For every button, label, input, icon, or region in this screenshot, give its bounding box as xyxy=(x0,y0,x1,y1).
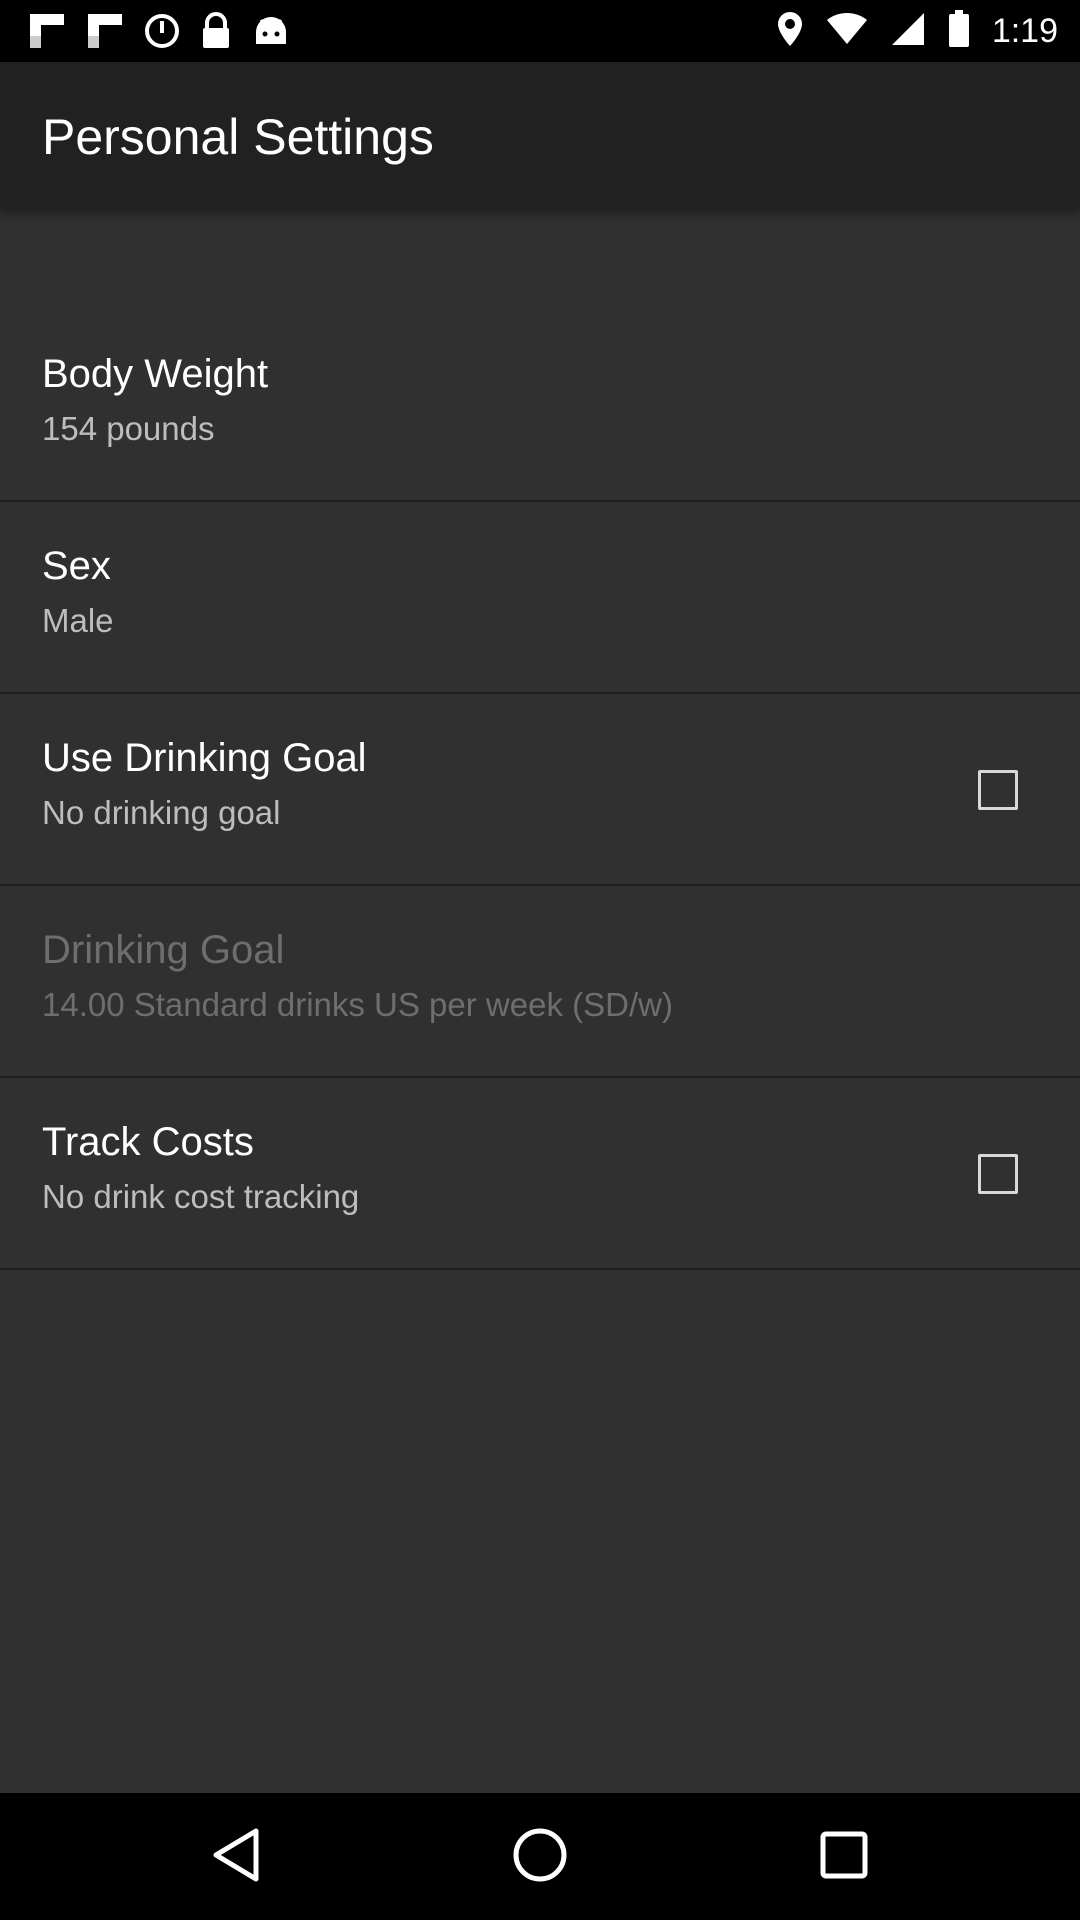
system-icons: 1:19 xyxy=(776,10,1058,53)
pref-summary: Male xyxy=(42,602,114,639)
navigation-bar xyxy=(0,1793,1080,1920)
app-bar: Personal Settings xyxy=(0,62,1080,210)
status-time: 1:19 xyxy=(991,12,1058,50)
back-button[interactable] xyxy=(186,1813,286,1901)
battery-icon xyxy=(948,10,970,53)
use-drinking-goal-checkbox[interactable] xyxy=(978,770,1018,810)
recents-icon xyxy=(819,1830,869,1885)
pref-title: Drinking Goal xyxy=(42,928,285,972)
status-bar: 1:19 xyxy=(0,0,1080,62)
pref-use-drinking-goal[interactable]: Use Drinking Goal No drinking goal xyxy=(0,694,1080,886)
pref-title: Sex xyxy=(42,544,111,588)
pref-track-costs[interactable]: Track Costs No drink cost tracking xyxy=(0,1078,1080,1270)
back-icon xyxy=(210,1827,262,1888)
pref-title: Track Costs xyxy=(42,1120,254,1164)
pref-title: Use Drinking Goal xyxy=(42,736,367,780)
alarm-icon xyxy=(144,13,180,49)
android-icon xyxy=(252,14,290,48)
pref-title: Body Weight xyxy=(42,352,269,396)
pref-sex[interactable]: Sex Male xyxy=(0,502,1080,694)
signal-icon xyxy=(890,11,926,52)
lock-icon xyxy=(200,12,232,50)
notification-icons xyxy=(28,12,290,50)
pref-summary: 154 pounds xyxy=(42,410,215,447)
pref-summary: No drink cost tracking xyxy=(42,1178,360,1215)
pref-summary: No drinking goal xyxy=(42,794,281,831)
home-icon xyxy=(512,1827,568,1888)
pref-drinking-goal: Drinking Goal 14.00 Standard drinks US p… xyxy=(0,886,1080,1078)
pref-body-weight[interactable]: Body Weight 154 pounds xyxy=(0,310,1080,502)
home-button[interactable] xyxy=(490,1813,590,1901)
recents-button[interactable] xyxy=(794,1813,894,1901)
flipboard-icon xyxy=(28,12,66,50)
location-icon xyxy=(776,10,804,53)
pref-summary: 14.00 Standard drinks US per week (SD/w) xyxy=(42,986,673,1023)
wifi-icon xyxy=(826,12,868,51)
preferences-list: Body Weight 154 pounds Sex Male Use Drin… xyxy=(0,310,1080,1270)
track-costs-checkbox[interactable] xyxy=(978,1154,1018,1194)
page-title: Personal Settings xyxy=(42,109,434,165)
flipboard-icon xyxy=(86,12,124,50)
